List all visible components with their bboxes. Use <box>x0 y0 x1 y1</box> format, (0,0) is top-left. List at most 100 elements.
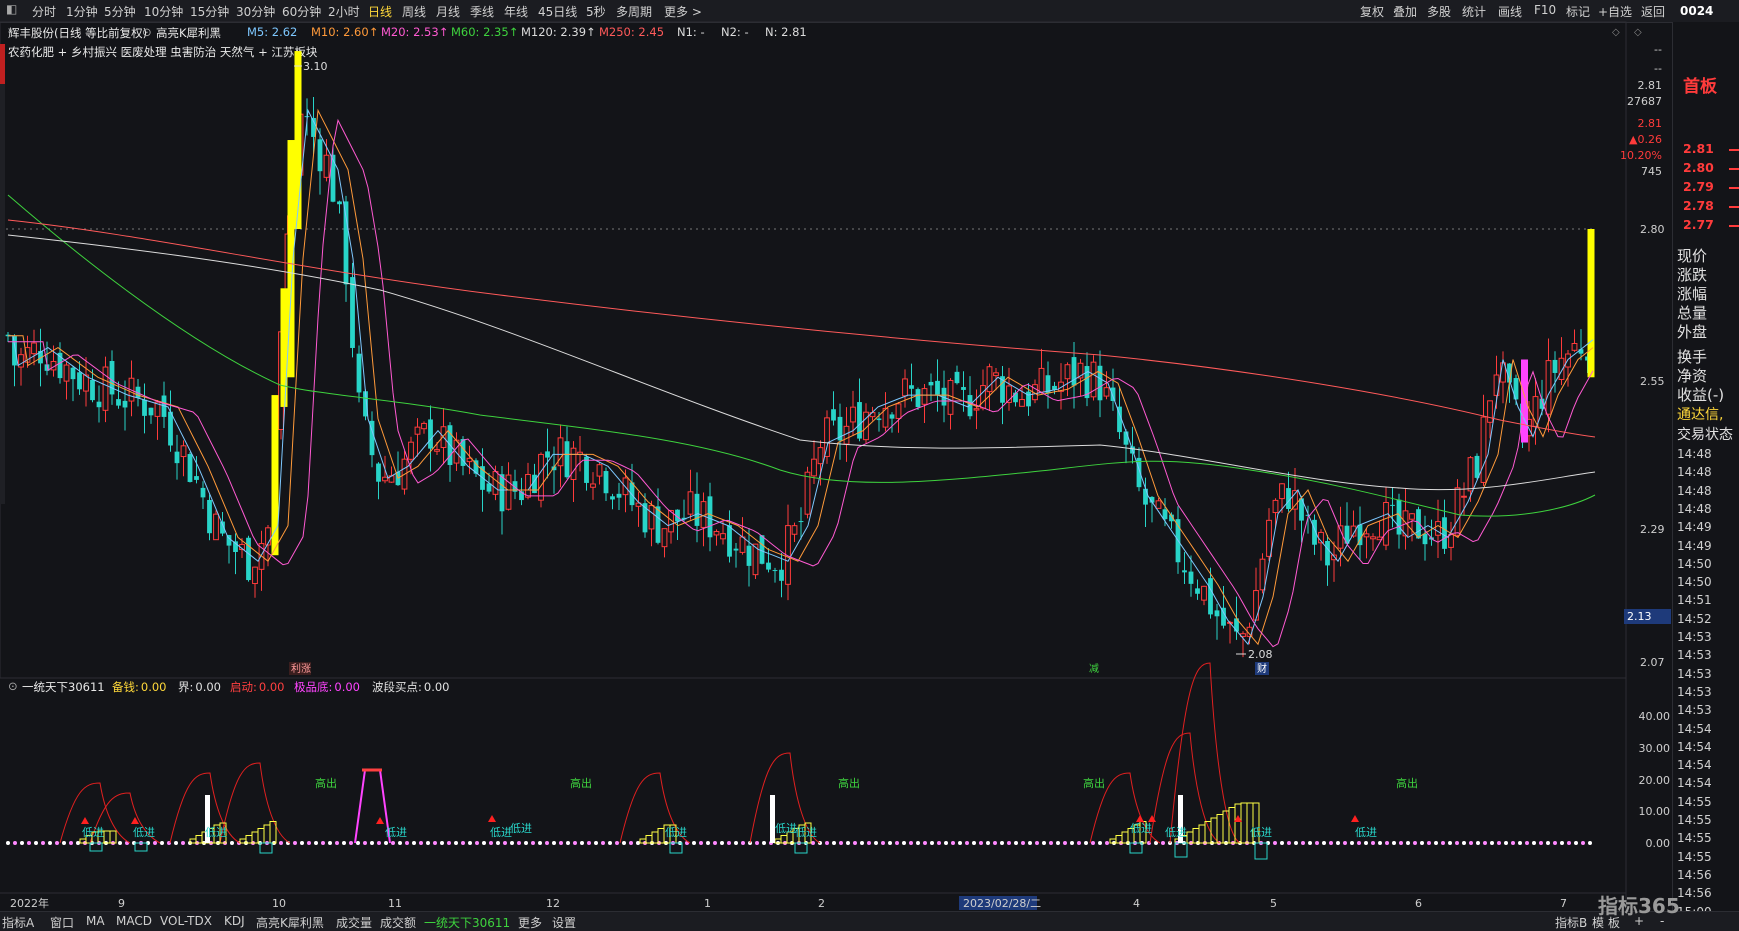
x-axis-label-1: 9 <box>118 897 125 910</box>
candle-body <box>102 366 109 411</box>
x-axis-label-10: 6 <box>1415 897 1422 910</box>
yellow-bar <box>657 828 665 844</box>
baseline-dot <box>1490 841 1494 845</box>
trade-state-label: 交易状态 <box>1677 427 1733 443</box>
candle-body <box>1435 521 1441 536</box>
baseline-dot <box>860 841 864 845</box>
baseline-dot <box>923 841 927 845</box>
baseline-dot <box>6 841 10 845</box>
baseline-dot <box>916 841 920 845</box>
bottom-tab-3[interactable]: MACD <box>116 914 152 928</box>
main-y-tick-0: 2.80 <box>1640 223 1665 236</box>
bottom-tab-1[interactable]: 窗口 <box>50 914 74 931</box>
x-axis-label-0: 2022年 <box>10 896 49 910</box>
baseline-dot <box>363 841 367 845</box>
indicator-toggle-icon[interactable]: ⊙ <box>8 679 18 693</box>
candle-body <box>1461 495 1467 498</box>
baseline-dot <box>377 841 381 845</box>
candle-body <box>174 451 180 464</box>
candle-body <box>694 493 700 526</box>
baseline-dot <box>1084 841 1088 845</box>
baseline-dot <box>461 841 465 845</box>
bottom-tab-8[interactable]: 成交额 <box>380 914 416 931</box>
bottom-tab-6[interactable]: 高亮K犀利黑 <box>256 914 324 931</box>
baseline-dot <box>384 841 388 845</box>
baseline-dot <box>412 841 416 845</box>
baseline-dot <box>496 841 500 845</box>
baseline-dot <box>580 841 584 845</box>
baseline-dot <box>76 841 80 845</box>
candle-body <box>252 566 258 585</box>
baseline-dot <box>979 841 983 845</box>
candle-body <box>1571 342 1578 351</box>
tick-time-10: 14:53 <box>1677 630 1712 644</box>
bottom-tab-5[interactable]: KDJ <box>224 914 245 928</box>
baseline-dot <box>118 841 122 845</box>
candle-body <box>1448 534 1454 548</box>
candle-body <box>850 406 856 423</box>
candle-body <box>902 378 908 397</box>
bottom-tab-11[interactable]: 设置 <box>552 914 576 931</box>
candle-body <box>1019 399 1025 407</box>
baseline-dot <box>832 841 836 845</box>
baseline-dot <box>1455 841 1459 845</box>
ind-y-tick-4: 0.00 <box>1646 837 1671 850</box>
ma120-line <box>7 234 1596 491</box>
di-jin-label-8: 低进 <box>795 826 817 839</box>
candle-body <box>687 491 694 515</box>
bottom-tab-7[interactable]: 成交量 <box>336 914 372 931</box>
baseline-dot <box>370 841 374 845</box>
baseline-dot <box>951 841 955 845</box>
candle-body <box>194 476 199 480</box>
bottom-tab-4[interactable]: VOL-TDX <box>160 914 212 928</box>
baseline-dot <box>811 841 815 845</box>
candle-body <box>564 441 570 478</box>
info-label-2: 涨幅 <box>1677 285 1708 303</box>
bottom-tab-bar: 指标A 窗口 MA MACD VOL-TDX KDJ 高亮K犀利黑 成交量 成交额 一统天下306… <box>0 911 1739 931</box>
baseline-dot <box>1343 841 1347 845</box>
candle-body <box>142 399 147 416</box>
baseline-dot <box>615 841 619 845</box>
baseline-dot <box>895 841 899 845</box>
sub-indicator-name[interactable]: 一统天下30611 <box>22 679 105 695</box>
baseline-dot <box>419 841 423 845</box>
baseline-dot <box>1399 841 1403 845</box>
baseline-dot <box>300 841 304 845</box>
baseline-dot <box>1350 841 1354 845</box>
candle-body <box>811 458 817 477</box>
ind-y-tick-0: 40.00 <box>1639 710 1671 723</box>
di-jin-label-12: 低进 <box>1355 826 1377 839</box>
tick-time-7: 14:50 <box>1677 575 1712 590</box>
bottom-tab-2[interactable]: MA <box>86 914 105 928</box>
bottom-tab-0[interactable]: 指标A <box>2 914 34 931</box>
price-level-3: 2.78 <box>1683 198 1714 213</box>
bottom-tab-9[interactable]: 一统天下30611 <box>424 914 510 931</box>
baseline-dot <box>944 841 948 845</box>
baseline-dot <box>755 841 759 845</box>
white-spike-1 <box>770 795 775 843</box>
sub-indicator-field-3: 极品底: 0.00 <box>294 679 360 695</box>
tick-time-13: 14:53 <box>1677 684 1712 699</box>
di-jin-label-2: 低进 <box>205 826 227 839</box>
ma10-line <box>8 108 1594 646</box>
price-top-6: 10.20% <box>1620 149 1662 162</box>
candle-body <box>70 367 76 380</box>
candle-body <box>1474 455 1480 478</box>
x-axis-label-9: 5 <box>1270 897 1277 910</box>
bottom-tab-10[interactable]: 更多 <box>518 914 542 931</box>
candle-body <box>428 419 433 449</box>
baseline-dot <box>454 841 458 845</box>
baseline-dot <box>566 841 570 845</box>
baseline-dot <box>573 841 577 845</box>
bottom-right-btn-0[interactable]: 指标B <box>1555 914 1587 931</box>
baseline-dot <box>503 841 507 845</box>
baseline-dot <box>1406 841 1410 845</box>
candle-body <box>1487 400 1493 423</box>
candle-body <box>525 473 531 498</box>
candle-body <box>772 570 778 572</box>
tick-time-8: 14:51 <box>1677 593 1712 608</box>
kline-chart[interactable]: 2.802.552.292.07----2.81276872.81▲0.2610… <box>0 0 1739 930</box>
candle-body <box>200 487 206 498</box>
candle-body <box>1552 359 1558 373</box>
candle-body <box>116 399 121 406</box>
